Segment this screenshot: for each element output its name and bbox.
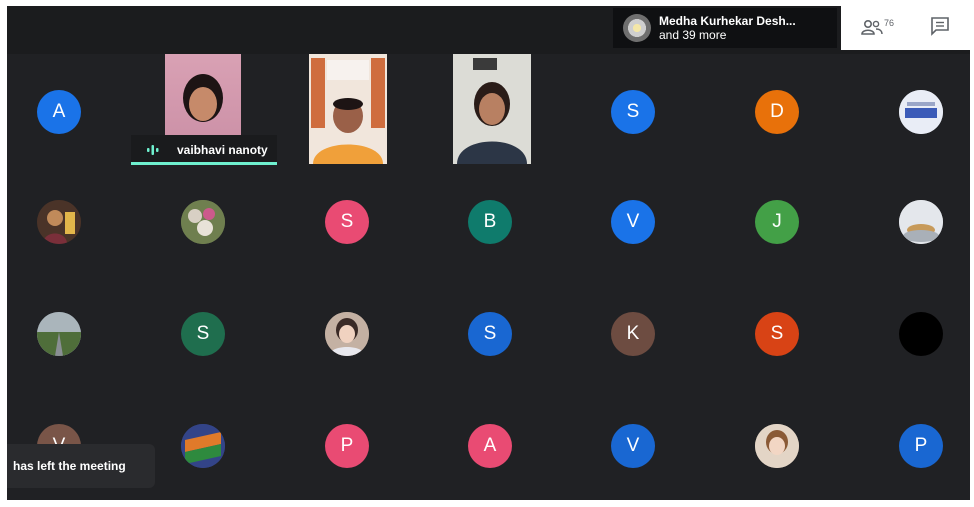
toast-text: has left the meeting [13,459,126,473]
participant-initial: A [483,435,497,456]
participant-photo [325,312,369,356]
toolbar: 76 [841,6,970,50]
participant-avatar[interactable]: S [468,312,512,356]
participant-photo-avatar[interactable] [37,312,81,356]
audio-level-icon [147,145,159,155]
participant-photo-avatar[interactable] [181,424,225,468]
participant-video-frame [453,54,531,164]
participant-initial: S [340,211,354,232]
presenter-more: and 39 more [659,28,727,42]
participant-initial: S [770,323,784,344]
participant-photo-avatar[interactable] [899,312,943,356]
participant-video-3[interactable] [453,54,531,164]
participant-photo [755,424,799,468]
chat-icon [931,17,949,36]
participant-photo-avatar[interactable] [755,424,799,468]
left-meeting-toast: has left the meeting [7,444,155,488]
participant-initial: K [626,323,640,344]
participant-avatar[interactable]: A [468,424,512,468]
participant-avatar[interactable]: S [181,312,225,356]
participant-video-frame [309,54,387,164]
participant-photo [37,200,81,244]
participant-initial: D [770,101,784,122]
participant-avatar[interactable]: S [325,200,369,244]
participant-avatar[interactable]: J [755,200,799,244]
participant-avatar[interactable]: V [611,424,655,468]
people-count: 76 [884,18,895,28]
presenter-avatar [623,14,651,42]
participant-photo [899,90,943,134]
participant-initial: S [483,323,497,344]
participant-avatar[interactable]: B [468,200,512,244]
participant-photo [37,312,81,356]
participant-avatar[interactable]: P [899,424,943,468]
participant-avatar[interactable]: S [611,90,655,134]
participant-initial: V [626,211,640,232]
participant-initial: J [772,211,782,232]
participant-avatar[interactable]: D [755,90,799,134]
participant-avatar[interactable]: K [611,312,655,356]
people-button[interactable]: 76 [861,14,901,40]
participant-avatar[interactable]: P [325,424,369,468]
participant-photo [181,200,225,244]
participant-photo-avatar[interactable] [37,200,81,244]
meeting-grid: Medha Kurhekar Desh... and 39 more 76 A … [7,6,970,500]
participant-initial: S [196,323,210,344]
presenter-name: Medha Kurhekar Desh... [659,14,796,28]
speaking-name-bar: vaibhavi nanoty [131,135,277,165]
participant-photo-avatar[interactable] [899,200,943,244]
participant-initial: P [340,435,354,456]
participant-photo [181,424,225,468]
participant-initial: S [626,101,640,122]
participant-photo-avatar[interactable] [899,90,943,134]
top-bar: Medha Kurhekar Desh... and 39 more 76 [7,6,970,54]
participant-initial: P [914,435,928,456]
presenter-text: Medha Kurhekar Desh... and 39 more [659,14,796,42]
participant-avatar[interactable]: S [755,312,799,356]
participant-initial: A [52,101,66,122]
presenter-info[interactable]: Medha Kurhekar Desh... and 39 more [613,8,837,48]
speaking-indicator [131,162,277,165]
participant-photo-avatar[interactable] [181,200,225,244]
participant-initial: B [483,211,497,232]
chat-button[interactable] [929,16,955,40]
participant-initial: V [626,435,640,456]
participant-photo-avatar[interactable] [325,312,369,356]
speaking-name: vaibhavi nanoty [177,143,268,157]
participant-photo [899,200,943,244]
participant-video-2[interactable] [309,54,387,164]
people-icon [861,19,883,35]
participant-avatar[interactable]: A [37,90,81,134]
participant-avatar[interactable]: V [611,200,655,244]
